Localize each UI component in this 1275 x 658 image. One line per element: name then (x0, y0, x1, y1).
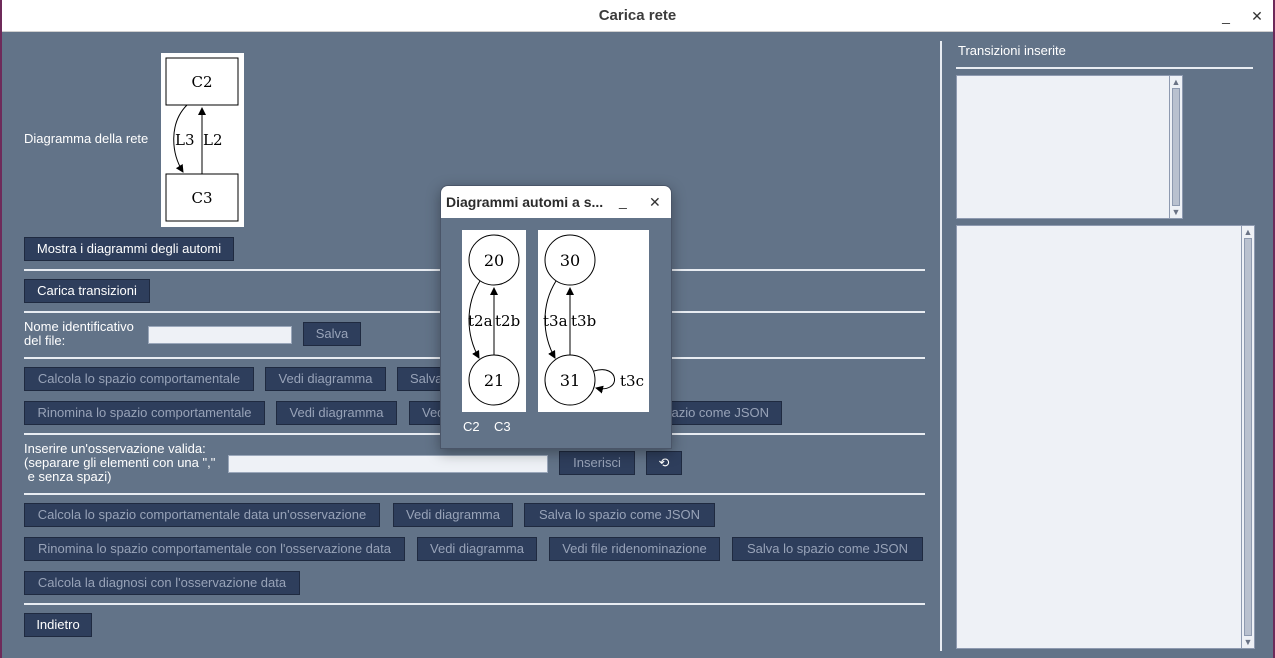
popup-title-bar: Diagrammi automi a s... _ ✕ (441, 186, 671, 218)
transitions-list-top[interactable]: ▲ ▼ (956, 75, 1183, 219)
automaton-c3-label: C3 (494, 419, 511, 434)
view-diagram-button-3[interactable]: Vedi diagramma (393, 503, 513, 527)
load-transitions-button[interactable]: Carica transizioni (24, 279, 150, 303)
transitions-panel-title: Transizioni inserite (958, 43, 1066, 58)
state-20: 20 (484, 251, 504, 270)
scrollbar-thumb[interactable] (1244, 238, 1252, 636)
rename-space-button[interactable]: Rinomina lo spazio comportamentale (24, 401, 265, 425)
state-21: 21 (484, 371, 504, 390)
scroll-down-icon[interactable]: ▼ (1242, 636, 1254, 648)
automaton-c2-label: C2 (463, 419, 480, 434)
minimize-icon[interactable]: _ (1216, 6, 1236, 26)
compute-space-button[interactable]: Calcola lo spazio comportamentale (24, 367, 254, 391)
vertical-separator (940, 41, 942, 651)
transition-t3a: t3a (543, 312, 568, 330)
automata-diagrams-popup[interactable]: Diagrammi automi a s... _ ✕ 20 21 t2a t2… (440, 185, 672, 449)
scrollbar[interactable]: ▲ ▼ (1241, 226, 1254, 648)
back-button[interactable]: Indietro (24, 613, 92, 637)
compute-obs-space-button[interactable]: Calcola lo spazio comportamentale data u… (24, 503, 380, 527)
network-node-c3: C3 (191, 189, 212, 207)
insert-button[interactable]: Inserisci (559, 451, 635, 475)
automaton-c2-diagram: 20 21 t2a t2b (462, 230, 526, 412)
automaton-c3-diagram: 30 31 t3a t3b t3c (538, 230, 649, 412)
save-obs-json-button[interactable]: Salva lo spazio come JSON (524, 503, 715, 527)
scroll-up-icon[interactable]: ▲ (1170, 76, 1182, 88)
view-rename-file-button[interactable]: Vedi file ridenominazione (549, 537, 720, 561)
scrollbar[interactable]: ▲ ▼ (1169, 76, 1182, 218)
save-button[interactable]: Salva (303, 322, 361, 346)
save-obs-renamed-json-button[interactable]: Salva lo spazio come JSON (732, 537, 923, 561)
separator (24, 603, 925, 605)
popup-minimize-icon[interactable]: _ (619, 193, 627, 209)
transition-t3b: t3b (571, 312, 596, 330)
transition-t3c: t3c (620, 372, 644, 390)
compute-diagnosis-button[interactable]: Calcola la diagnosi con l'osservazione d… (24, 571, 300, 595)
network-diagram-label: Diagramma della rete (24, 131, 149, 146)
file-name-input[interactable] (148, 326, 292, 344)
state-31: 31 (560, 371, 580, 390)
separator (24, 493, 925, 495)
popup-title: Diagrammi automi a s... (446, 194, 604, 210)
view-diagram-button-4[interactable]: Vedi diagramma (417, 537, 537, 561)
network-node-c2: C2 (191, 73, 212, 91)
network-edge-l2: L2 (203, 131, 223, 149)
title-bar: Carica rete _ ✕ (2, 0, 1273, 32)
observation-label: Inserire un'osservazione valida: (separa… (24, 441, 216, 484)
close-icon[interactable]: ✕ (1247, 6, 1267, 26)
scroll-down-icon[interactable]: ▼ (1170, 206, 1182, 218)
show-automata-button[interactable]: Mostra i diagrammi degli automi (24, 237, 234, 261)
window-title: Carica rete (598, 7, 677, 24)
view-diagram-button[interactable]: Vedi diagramma (265, 367, 386, 391)
transitions-list-bottom[interactable]: ▲ ▼ (956, 225, 1255, 649)
transition-t2b: t2b (495, 312, 520, 330)
rename-obs-space-button[interactable]: Rinomina lo spazio comportamentale con l… (24, 537, 405, 561)
file-name-label: Nome identificativo del file: (24, 319, 134, 348)
network-edge-l3: L3 (175, 131, 195, 149)
scroll-up-icon[interactable]: ▲ (1242, 226, 1254, 238)
network-diagram: C2 C3 L3 L2 (161, 53, 244, 227)
scrollbar-thumb[interactable] (1172, 88, 1180, 206)
reset-icon[interactable]: ⟲ (646, 451, 682, 475)
observation-input[interactable] (228, 455, 548, 473)
transition-t2a: t2a (468, 312, 493, 330)
popup-close-icon[interactable]: ✕ (649, 194, 661, 211)
view-diagram-button-2[interactable]: Vedi diagramma (276, 401, 397, 425)
separator (956, 67, 1253, 69)
state-30: 30 (560, 251, 580, 270)
